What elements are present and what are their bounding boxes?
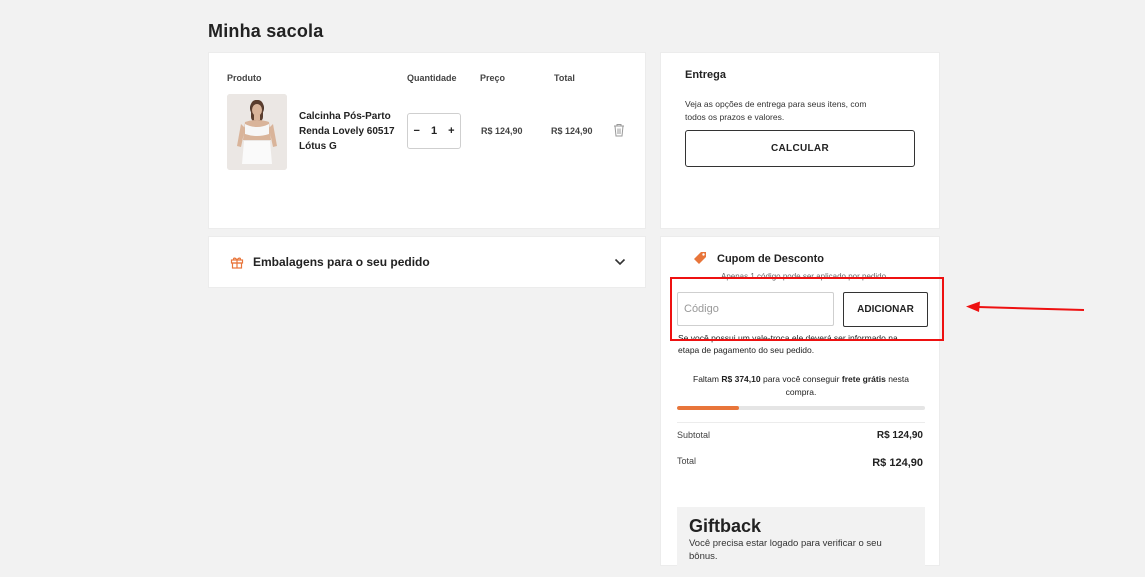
trash-icon[interactable]	[613, 123, 625, 137]
add-coupon-button[interactable]: ADICIONAR	[843, 292, 928, 327]
item-price: R$ 124,90	[481, 126, 523, 136]
header-quantity: Quantidade	[407, 73, 457, 83]
subtotal-label: Subtotal	[677, 430, 711, 440]
product-image[interactable]	[227, 94, 287, 170]
free-shipping-text-before: Faltam	[693, 374, 719, 384]
annotation-arrow-icon	[966, 301, 1085, 312]
coupon-title: Cupom de Desconto	[717, 253, 824, 265]
coupon-hint: Apenas 1 código pode ser aplicado por pe…	[721, 272, 889, 281]
header-total: Total	[554, 73, 575, 83]
giftback-title: Giftback	[689, 516, 762, 536]
quantity-stepper: − 1 +	[407, 113, 461, 149]
page-title: Minha sacola	[208, 21, 324, 41]
summary-card: Cupom de Desconto Apenas 1 código pode s…	[660, 236, 940, 577]
cart-card: Produto Quantidade Preço Total Calcinha …	[208, 52, 646, 229]
packaging-label: Embalagens para o seu pedido	[253, 255, 430, 269]
free-shipping-message: Faltam R$ 374,10 para você conseguir fre…	[685, 373, 917, 399]
total-label: Total	[677, 456, 697, 466]
free-shipping-label: frete grátis	[841, 374, 886, 384]
product-name[interactable]: Calcinha Pós-Parto Renda Lovely 60517 Ló…	[299, 109, 399, 154]
delivery-title: Entrega	[685, 69, 726, 81]
decrease-quantity-button[interactable]: −	[414, 125, 420, 137]
subtotal-value: R$ 124,90	[876, 430, 923, 441]
coupon-code-input[interactable]	[677, 292, 834, 326]
chevron-down-icon[interactable]	[614, 258, 626, 266]
packaging-card[interactable]: Embalagens para o seu pedido	[208, 236, 646, 288]
giftback-box: Giftback Você precisa estar logado para …	[677, 507, 925, 577]
free-shipping-amount: R$ 374,10	[721, 374, 761, 384]
header-product: Produto	[227, 73, 262, 83]
divider	[677, 422, 925, 423]
giftback-text: Você precisa estar logado para verificar…	[689, 538, 882, 562]
delivery-card: Entrega Veja as opções de entrega para s…	[660, 52, 940, 229]
progress-fill	[677, 406, 739, 410]
calculate-button[interactable]: CALCULAR	[685, 130, 915, 167]
free-shipping-progress	[677, 406, 925, 410]
delivery-description: Veja as opções de entrega para seus iten…	[685, 99, 867, 122]
item-total: R$ 124,90	[551, 126, 593, 136]
free-shipping-text-middle: para você conseguir	[762, 374, 840, 384]
total-value: R$ 124,90	[872, 457, 923, 469]
header-price: Preço	[480, 73, 506, 83]
coupon-tag-icon	[694, 252, 706, 264]
increase-quantity-button[interactable]: +	[448, 125, 454, 137]
gift-icon	[230, 257, 244, 269]
vale-troca-notice: Se você possui um vale-troca ele deverá …	[678, 333, 898, 355]
quantity-value: 1	[430, 125, 438, 137]
